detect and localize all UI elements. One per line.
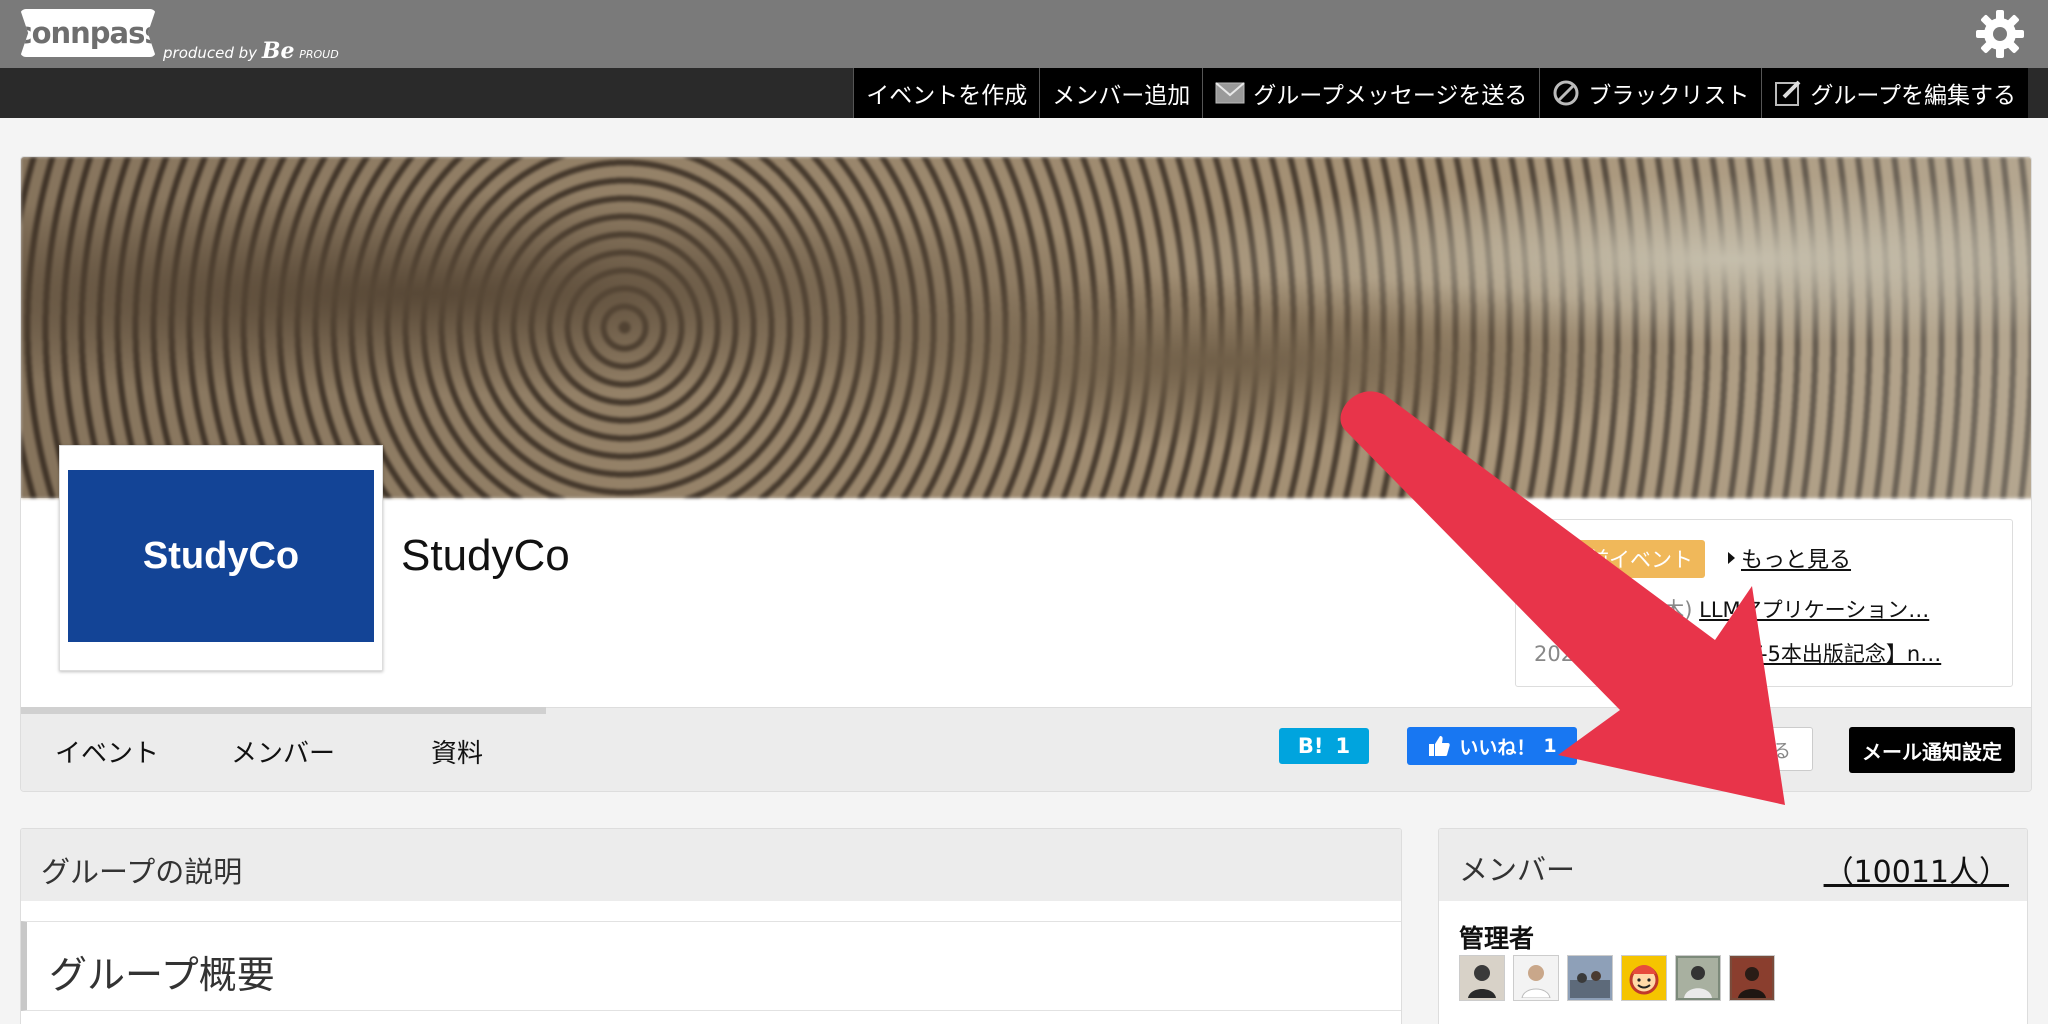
members-count-link[interactable]: （10011人） xyxy=(1824,847,2009,891)
tab-documents[interactable]: 資料 xyxy=(431,733,483,770)
person-photo-icon xyxy=(1678,958,1718,998)
facebook-like-count: 1 xyxy=(1543,735,1557,757)
event-title-link[interactable]: LLMアプリケーション… xyxy=(1699,598,1929,622)
upcoming-events-box: 開催前イベント もっと見る 2025/09/11(木) LLMアプリケーション…… xyxy=(1515,519,2013,687)
admin-avatar[interactable] xyxy=(1729,955,1775,1001)
send-group-message-button[interactable]: グループメッセージを送る xyxy=(1202,68,1539,118)
leave-group-button[interactable]: 退会する xyxy=(1693,727,1813,771)
event-date: 2025/09/25(木) xyxy=(1534,642,1693,666)
members-panel: メンバー （10011人） 管理者 xyxy=(1438,828,2028,1024)
hatena-count: 1 xyxy=(1335,734,1351,758)
blacklist-button[interactable]: ブラックリスト xyxy=(1539,68,1761,118)
smiley-face-icon xyxy=(1629,965,1659,995)
connpass-logo[interactable]: connpass xyxy=(20,9,156,57)
see-more-link[interactable]: もっと見る xyxy=(1728,542,1851,574)
group-title: StudyCo xyxy=(401,531,570,580)
admin-avatar-list xyxy=(1459,955,1775,1001)
upcoming-events-badge: 開催前イベント xyxy=(1534,540,1705,578)
members-panel-header: メンバー （10011人） xyxy=(1439,829,2027,901)
create-event-button[interactable]: イベントを作成 xyxy=(853,68,1039,118)
description-heading: グループの説明 xyxy=(21,829,1401,901)
group-logo: StudyCo xyxy=(68,470,374,642)
add-member-label: メンバー追加 xyxy=(1052,83,1191,109)
upcoming-event-row: 2025/09/11(木) LLMアプリケーション… xyxy=(1534,594,2000,624)
admin-avatar[interactable] xyxy=(1675,955,1721,1001)
hatena-icon: B! xyxy=(1297,734,1324,758)
beproud-brand: Be xyxy=(261,38,295,64)
group-photo-icon xyxy=(1570,971,1610,998)
edit-group-button[interactable]: グループを編集する xyxy=(1761,68,2028,118)
person-photo-icon xyxy=(1732,958,1772,998)
tab-members[interactable]: メンバー xyxy=(231,733,335,770)
create-event-label: イベントを作成 xyxy=(866,83,1028,109)
event-title-link[interactable]: 【GPT-5本出版記念】n… xyxy=(1699,642,1941,666)
admin-avatar[interactable] xyxy=(1567,955,1613,1001)
top-header: connpass produced by Be PROUD xyxy=(0,0,2048,68)
group-logo-frame: StudyCo xyxy=(59,445,383,671)
admins-label: 管理者 xyxy=(1459,924,1535,953)
tab-active-indicator xyxy=(21,707,546,714)
triangle-right-icon xyxy=(1728,552,1735,564)
blacklist-label: ブラックリスト xyxy=(1588,83,1750,109)
members-heading: メンバー xyxy=(1459,853,1576,887)
add-member-button[interactable]: メンバー追加 xyxy=(1039,68,1202,118)
admin-avatar[interactable] xyxy=(1513,955,1559,1001)
thumbs-up-icon xyxy=(1429,736,1451,756)
mail-notification-settings-button[interactable]: メール通知設定 xyxy=(1849,727,2015,773)
tab-events[interactable]: イベント xyxy=(55,733,159,770)
facebook-like-label: いいね！ xyxy=(1459,736,1536,759)
edit-icon xyxy=(1775,80,1801,106)
person-silhouette-icon xyxy=(1521,965,1551,998)
mail-icon xyxy=(1215,82,1245,104)
toolbar-menu: イベントを作成 メンバー追加 グループメッセージを送る ブラックリスト グループ xyxy=(853,68,2028,118)
beproud-brand-suffix: PROUD xyxy=(299,48,339,61)
person-silhouette-icon xyxy=(1468,965,1496,998)
produced-by-text: produced by xyxy=(163,44,258,62)
facebook-like-button[interactable]: いいね！ 1 xyxy=(1407,727,1577,765)
event-date: 2025/09/11(木) xyxy=(1534,598,1693,622)
edit-group-label: グループを編集する xyxy=(1810,83,2016,109)
send-group-message-label: グループメッセージを送る xyxy=(1253,83,1528,109)
hatena-bookmark-button[interactable]: B! 1 xyxy=(1279,728,1369,764)
see-more-label: もっと見る xyxy=(1741,548,1852,573)
admin-avatar[interactable] xyxy=(1621,955,1667,1001)
group-overview-heading: グループ概要 xyxy=(21,921,1401,1011)
admin-avatar[interactable] xyxy=(1459,955,1505,1001)
gear-icon[interactable] xyxy=(1974,8,2026,60)
group-card: StudyCo StudyCo 開催前イベント もっと見る 2025/09/11… xyxy=(20,156,2032,792)
upcoming-event-row: 2025/09/25(木) 【GPT-5本出版記念】n… xyxy=(1534,638,2000,668)
prohibit-icon xyxy=(1553,80,1579,106)
produced-by: produced by Be PROUD xyxy=(163,38,339,64)
group-description-panel: グループの説明 グループ概要 xyxy=(20,828,1402,1024)
group-admin-toolbar: イベントを作成 メンバー追加 グループメッセージを送る ブラックリスト グループ xyxy=(0,68,2048,118)
